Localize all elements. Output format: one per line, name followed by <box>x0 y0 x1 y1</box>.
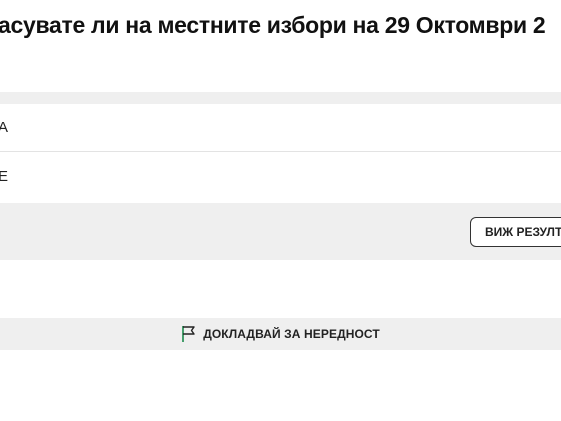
poll-question: асувате ли на местните избори на 29 Окто… <box>0 12 546 38</box>
report-issue-label: ДОКЛАДВАЙ ЗА НЕРЕДНОСТ <box>203 327 380 341</box>
view-results-button[interactable]: ВИЖ РЕЗУЛТ <box>470 217 561 247</box>
poll-option-no[interactable]: Е <box>0 153 561 201</box>
report-issue-button[interactable]: ДОКЛАДВАЙ ЗА НЕРЕДНОСТ <box>0 318 561 350</box>
report-issue-content: ДОКЛАДВАЙ ЗА НЕРЕДНОСТ <box>181 325 380 343</box>
flag-icon <box>181 325 197 343</box>
poll-option-label: Е <box>0 168 9 185</box>
poll-footer: ВИЖ РЕЗУЛТ <box>0 203 561 260</box>
poll-widget: асувате ли на местните избори на 29 Окто… <box>0 0 561 421</box>
poll-option-yes[interactable]: А <box>0 104 561 152</box>
poll-options-divider <box>0 92 561 104</box>
poll-option-label: А <box>0 119 9 136</box>
